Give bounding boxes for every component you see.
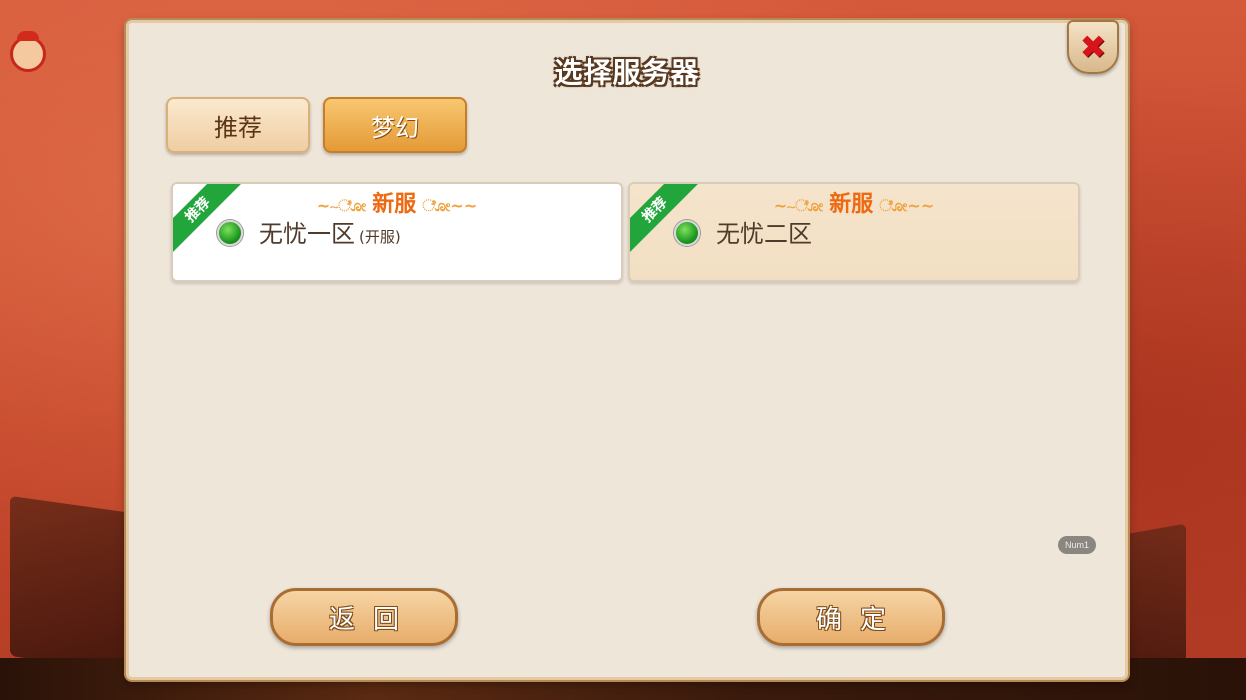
- close-icon: ✖: [1079, 28, 1107, 66]
- badge-label: 新服: [829, 192, 874, 217]
- tab-label: 梦幻: [371, 113, 419, 142]
- tab-recommended[interactable]: 推荐: [166, 97, 310, 153]
- new-server-badge: ~~ೋ 新服ೋ~~: [630, 186, 1078, 218]
- server-name: 无忧一区 (开服): [259, 214, 401, 249]
- server-status-suffix: (开服): [359, 228, 401, 246]
- server-card-2[interactable]: 推荐 ~~ೋ 新服ೋ~~ 无忧二区: [628, 182, 1080, 282]
- server-name: 无忧二区: [716, 214, 812, 249]
- close-button[interactable]: ✖: [1067, 20, 1119, 74]
- avatar-head: [10, 31, 46, 72]
- status-indicator-icon: [217, 220, 243, 246]
- status-indicator-icon: [674, 220, 700, 246]
- confirm-button[interactable]: 确定: [757, 588, 945, 646]
- server-name-text: 无忧一区: [259, 220, 355, 248]
- tab-menghuan[interactable]: 梦幻: [323, 97, 467, 153]
- dialog-title: 选择服务器: [554, 56, 700, 89]
- server-card-1[interactable]: 推荐 ~~ೋ 新服ೋ~~ 无忧一区 (开服): [171, 182, 623, 282]
- swirl-right-icon: ೋ~~: [422, 196, 478, 215]
- avatar-hat: [17, 31, 39, 41]
- avatar-icon[interactable]: [6, 30, 50, 78]
- swirl-right-icon: ೋ~~: [879, 196, 935, 215]
- swirl-left-icon: ~~ೋ: [773, 196, 824, 215]
- swirl-left-icon: ~~ೋ: [316, 196, 367, 215]
- decoration-left: [10, 495, 140, 675]
- back-button[interactable]: 返回: [270, 588, 458, 646]
- server-name-text: 无忧二区: [716, 220, 812, 248]
- num-badge: Num1: [1058, 536, 1096, 554]
- tab-label: 推荐: [214, 113, 262, 142]
